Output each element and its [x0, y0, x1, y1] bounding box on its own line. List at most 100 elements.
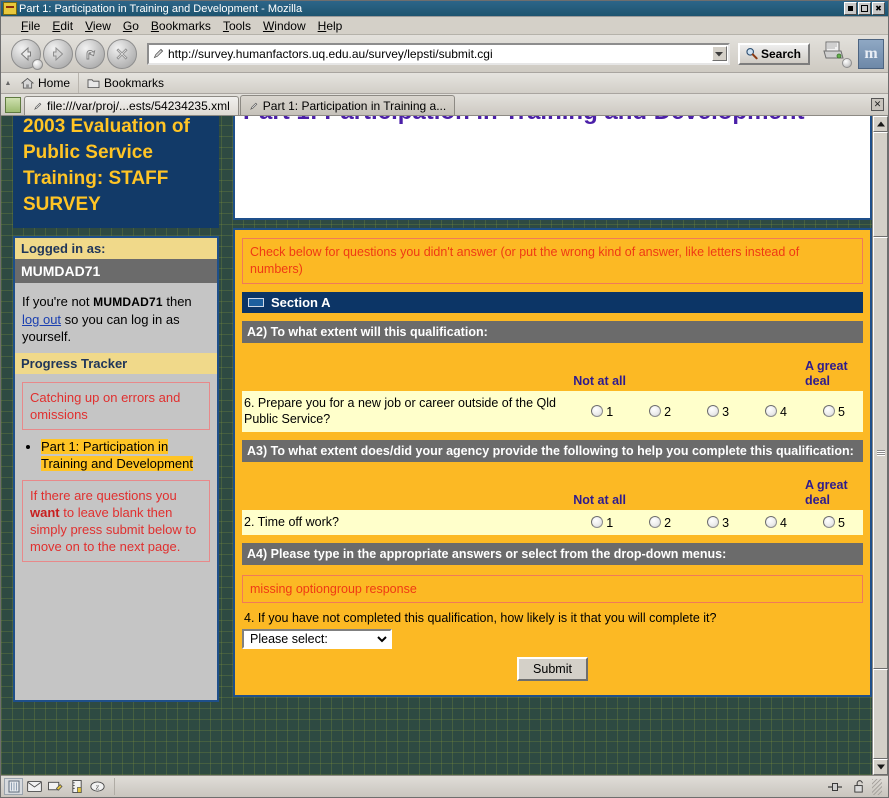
resize-grippy[interactable]: [872, 779, 882, 795]
print-icon[interactable]: [820, 39, 852, 69]
radio-cell-2[interactable]: 2: [631, 510, 689, 535]
menu-view[interactable]: View: [79, 18, 117, 34]
address-bar[interactable]: http://survey.humanfactors.uq.edu.au/sur…: [147, 43, 730, 65]
radio-label-1: 1: [606, 404, 613, 418]
window-controls: ✖: [844, 2, 886, 15]
table-row: 2. Time off work? 1 2 3 4 5: [242, 510, 863, 535]
radio-cell-5[interactable]: 5: [805, 510, 863, 535]
status-bar: Z: [1, 775, 888, 797]
reload-icon[interactable]: [75, 39, 105, 69]
menu-file[interactable]: File: [15, 18, 46, 34]
scrollbar-track[interactable]: [873, 132, 888, 759]
unlocked-padlock-icon[interactable]: [849, 778, 868, 795]
browser-icon[interactable]: [4, 778, 23, 795]
addressbook-icon[interactable]: [67, 778, 86, 795]
page-title-pane: Part 1: Participation in Training and De…: [233, 116, 872, 220]
scale-low-label: Not at all: [573, 343, 631, 391]
tab-survey-page[interactable]: Part 1: Participation in Training a...: [240, 95, 455, 115]
radio-cell-4[interactable]: 4: [747, 510, 805, 535]
radio-label-2: 2: [664, 515, 671, 529]
logout-username: MUMDAD71: [93, 295, 163, 309]
url-dropdown-button[interactable]: [712, 46, 727, 61]
scroll-up-button[interactable]: [873, 116, 888, 132]
scroll-down-button[interactable]: [873, 759, 888, 775]
search-button[interactable]: Search: [738, 43, 810, 65]
logout-link[interactable]: log out: [22, 312, 61, 327]
maximize-button[interactable]: [858, 2, 871, 15]
back-dropdown-nub[interactable]: [32, 59, 43, 70]
back-arrow-icon[interactable]: [11, 39, 41, 69]
radio-button-5[interactable]: [823, 516, 835, 528]
radio-cell-5[interactable]: 5: [805, 391, 863, 432]
radio-button-2[interactable]: [649, 516, 661, 528]
toolbar-grippy[interactable]: ▲: [3, 73, 13, 93]
completion-likelihood-select[interactable]: Please select:: [242, 629, 392, 649]
progress-note: Catching up on errors and omissions: [22, 382, 210, 430]
radio-cell-3[interactable]: 3: [689, 510, 747, 535]
menu-bar: File Edit View Go Bookmarks Tools Window…: [1, 17, 888, 35]
tab-xml-file[interactable]: file:///var/proj/...ests/54234235.xml: [24, 96, 239, 115]
mail-icon[interactable]: [25, 778, 44, 795]
scrollbar-grip: [877, 450, 885, 456]
url-text[interactable]: http://survey.humanfactors.uq.edu.au/sur…: [168, 47, 712, 61]
irc-chat-icon[interactable]: Z: [88, 778, 107, 795]
scrollbar-thumb[interactable]: [873, 237, 888, 669]
menu-edit[interactable]: Edit: [46, 18, 79, 34]
page-scrollbar[interactable]: [872, 116, 888, 775]
bookmark-home[interactable]: Home: [13, 73, 78, 93]
radio-button-4[interactable]: [765, 405, 777, 417]
menu-bookmarks[interactable]: Bookmarks: [145, 18, 217, 34]
menu-help[interactable]: Help: [312, 18, 349, 34]
radio-cell-1[interactable]: 1: [573, 391, 631, 432]
pencil-icon: [152, 47, 165, 60]
folder-icon: [87, 78, 100, 89]
print-dropdown-nub[interactable]: [842, 58, 852, 68]
minimize-button[interactable]: [844, 2, 857, 15]
radio-button-1[interactable]: [591, 516, 603, 528]
menu-tools[interactable]: Tools: [217, 18, 257, 34]
navigation-toolbar: http://survey.humanfactors.uq.edu.au/sur…: [1, 35, 888, 73]
radio-button-3[interactable]: [707, 516, 719, 528]
close-button[interactable]: ✖: [872, 2, 885, 15]
bookmark-folder-label: Bookmarks: [104, 76, 164, 90]
radio-label-4: 4: [780, 404, 787, 418]
scrollbar-thumb-upper[interactable]: [873, 132, 888, 237]
search-icon: [745, 47, 758, 60]
radio-button-1[interactable]: [591, 405, 603, 417]
submit-button[interactable]: Submit: [517, 657, 588, 681]
radio-button-2[interactable]: [649, 405, 661, 417]
menu-go[interactable]: Go: [117, 18, 145, 34]
survey-heading: 2003 Evaluation of Public Service Traini…: [13, 116, 219, 228]
scrollbar-thumb-lower[interactable]: [873, 669, 888, 759]
radio-label-5: 5: [838, 515, 845, 529]
scale-high-label: A great deal: [805, 343, 863, 391]
question-text-a3-2: 2. Time off work?: [242, 510, 573, 535]
bookmark-folder[interactable]: Bookmarks: [78, 73, 172, 93]
progress-list-item[interactable]: Part 1: Participation in Training and De…: [41, 438, 217, 472]
radio-button-5[interactable]: [823, 405, 835, 417]
tab-list-icon[interactable]: [5, 97, 21, 113]
blank-note-emphasis: want: [30, 505, 60, 520]
online-status-icon[interactable]: [825, 778, 844, 795]
bookmark-home-label: Home: [38, 76, 70, 90]
error-banner: Check below for questions you didn't ans…: [242, 238, 863, 284]
radio-cell-1[interactable]: 1: [573, 510, 631, 535]
radio-cell-4[interactable]: 4: [747, 391, 805, 432]
radio-button-3[interactable]: [707, 405, 719, 417]
mozilla-brand-icon[interactable]: m: [858, 39, 884, 69]
radio-button-4[interactable]: [765, 516, 777, 528]
menu-window[interactable]: Window: [257, 18, 312, 34]
radio-cell-3[interactable]: 3: [689, 391, 747, 432]
inline-error-message: missing optiongroup response: [242, 575, 863, 603]
stop-icon[interactable]: [107, 39, 137, 69]
radio-cell-2[interactable]: 2: [631, 391, 689, 432]
svg-text:Z: Z: [96, 784, 100, 791]
close-tab-icon[interactable]: ✕: [871, 98, 884, 111]
home-icon: [21, 77, 34, 89]
forward-arrow-icon[interactable]: [43, 39, 73, 69]
mozilla-brand-letter: m: [864, 45, 877, 63]
composer-icon[interactable]: [46, 778, 65, 795]
status-right-group: [824, 778, 886, 795]
question-group-heading-a2: A2) To what extent will this qualificati…: [242, 321, 863, 343]
question-group-heading-a4: A4) Please type in the appropriate answe…: [242, 543, 863, 565]
